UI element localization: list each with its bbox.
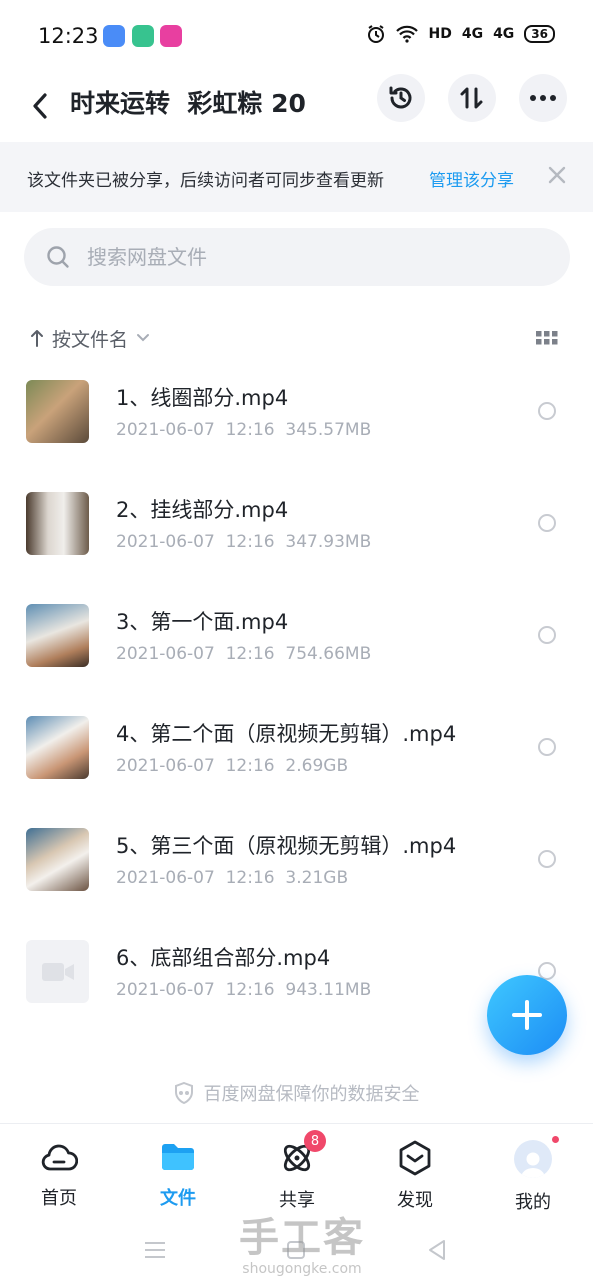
status-time: 12:23 [38, 24, 99, 48]
chevron-down-icon [137, 334, 150, 342]
add-button[interactable] [487, 975, 567, 1055]
grid-view-icon[interactable] [536, 331, 558, 345]
file-row[interactable]: 3、第一个面.mp4 2021-06-07 12:16 754.66MB [0, 588, 593, 700]
search-input[interactable] [87, 228, 547, 286]
video-camera-icon [41, 962, 74, 981]
search-icon [47, 246, 69, 268]
back-triangle-icon[interactable] [427, 1239, 447, 1261]
discover-hexagon-icon [399, 1140, 431, 1176]
avatar [514, 1140, 552, 1178]
app-notification-icon-2 [132, 25, 154, 47]
history-button[interactable] [377, 74, 425, 122]
close-icon[interactable] [546, 164, 568, 186]
share-badge: 8 [304, 1130, 326, 1152]
file-name: 5、第三个面（原视频无剪辑）.mp4 [116, 834, 457, 858]
cloud-home-icon [41, 1144, 78, 1171]
file-row[interactable]: 5、第三个面（原视频无剪辑）.mp4 2021-06-07 12:16 3.21… [0, 812, 593, 924]
arrow-up-icon [31, 330, 43, 347]
select-radio[interactable] [538, 402, 556, 420]
select-radio[interactable] [538, 738, 556, 756]
video-placeholder-thumbnail [26, 940, 89, 1003]
video-thumbnail [26, 604, 89, 667]
safety-note-text: 百度网盘保障你的数据安全 [203, 1084, 420, 1105]
header: 时来运转 彩虹粽 20 [0, 72, 593, 142]
sort-selector[interactable]: 按文件名 [30, 322, 150, 354]
nav-item-share[interactable]: 8 共享 [247, 1130, 347, 1211]
shield-icon [174, 1082, 193, 1104]
nav-item-home[interactable]: 首页 [9, 1140, 109, 1210]
alarm-icon [368, 25, 385, 43]
sort-label: 按文件名 [52, 328, 129, 351]
file-meta: 2021-06-07 12:16 2.69GB [116, 756, 349, 776]
video-thumbnail [26, 716, 89, 779]
file-row[interactable]: 2、挂线部分.mp4 2021-06-07 12:16 347.93MB [0, 476, 593, 588]
file-meta: 2021-06-07 12:16 754.66MB [116, 644, 372, 664]
video-thumbnail [26, 380, 89, 443]
transfer-sort-icon [460, 87, 483, 109]
file-meta: 2021-06-07 12:16 347.93MB [116, 532, 372, 552]
battery-indicator: 36 [524, 25, 555, 43]
watermark-brand: 手工客 [239, 1215, 365, 1261]
watermark-url: shougongke.com [242, 1261, 362, 1277]
app-notification-icon-3 [160, 25, 182, 47]
file-name: 3、第一个面.mp4 [116, 610, 289, 634]
nav-label-files: 文件 [160, 1188, 196, 1209]
signal-4g-1: 4G [461, 26, 484, 42]
select-radio[interactable] [538, 850, 556, 868]
folder-icon [162, 1144, 194, 1170]
nav-item-files[interactable]: 文件 [128, 1140, 228, 1210]
signal-4g-2: 4G [493, 26, 515, 42]
wifi-icon [396, 25, 419, 43]
status-indicators: HD 4G 4G 36 [366, 24, 555, 44]
hd-indicator: HD [428, 26, 452, 42]
page-title: 时来运转 彩虹粽 20 [70, 89, 306, 118]
nav-label-discover: 发现 [397, 1190, 433, 1211]
nav-item-mine[interactable]: 我的 [483, 1134, 583, 1213]
file-meta: 2021-06-07 12:16 345.57MB [116, 420, 372, 440]
file-row[interactable]: 4、第二个面（原视频无剪辑）.mp4 2021-06-07 12:16 2.69… [0, 700, 593, 812]
history-icon [389, 86, 412, 109]
nav-label-mine: 我的 [515, 1192, 551, 1213]
file-row[interactable]: 1、线圈部分.mp4 2021-06-07 12:16 345.57MB [0, 364, 593, 476]
select-radio[interactable] [538, 514, 556, 532]
user-icon [521, 1152, 545, 1178]
manage-share-link[interactable]: 管理该分享 [429, 166, 514, 191]
nav-label-home: 首页 [41, 1188, 77, 1209]
more-button[interactable] [519, 74, 567, 122]
share-banner-text: 该文件夹已被分享，后续访问者可同步查看更新 [27, 171, 384, 191]
app-notification-icon-1 [103, 25, 125, 47]
more-icon [530, 95, 556, 101]
nav-item-discover[interactable]: 发现 [365, 1140, 465, 1211]
video-thumbnail [26, 492, 89, 555]
safety-note: 百度网盘保障你的数据安全 [0, 1078, 593, 1108]
file-name: 4、第二个面（原视频无剪辑）.mp4 [116, 722, 457, 746]
file-name: 1、线圈部分.mp4 [116, 386, 289, 410]
chevron-left-icon [33, 93, 47, 119]
select-radio[interactable] [538, 626, 556, 644]
transfer-button[interactable] [448, 74, 496, 122]
menu-icon[interactable] [144, 1241, 166, 1259]
search-bar[interactable] [24, 228, 570, 286]
file-meta: 2021-06-07 12:16 3.21GB [116, 868, 349, 888]
file-name: 2、挂线部分.mp4 [116, 498, 289, 522]
share-banner: 该文件夹已被分享，后续访问者可同步查看更新 管理该分享 [0, 142, 593, 212]
notification-dot [550, 1134, 561, 1145]
plus-icon [512, 1000, 542, 1030]
watermark: 手工客 shougongke.com [232, 1205, 372, 1277]
file-name: 6、底部组合部分.mp4 [116, 946, 331, 970]
file-meta: 2021-06-07 12:16 943.11MB [116, 980, 372, 1000]
status-bar: 12:23 HD 4G 4G 36 [0, 0, 593, 72]
back-button[interactable] [22, 82, 58, 130]
video-thumbnail [26, 828, 89, 891]
